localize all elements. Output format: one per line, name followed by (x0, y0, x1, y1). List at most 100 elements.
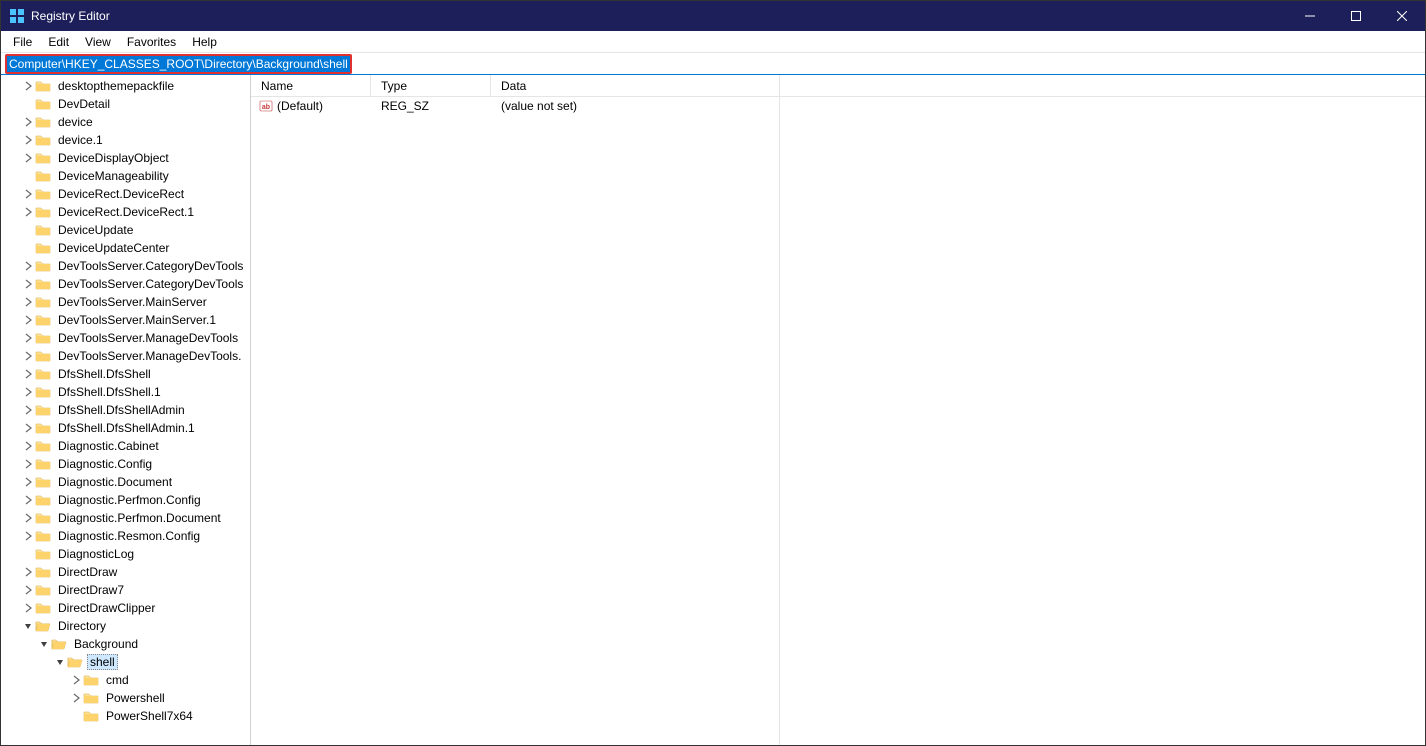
tree-item[interactable]: Diagnostic.Perfmon.Document (1, 509, 250, 527)
menu-edit[interactable]: Edit (40, 33, 77, 51)
expand-icon[interactable] (21, 79, 35, 93)
list-pane[interactable]: Name Type Data ab(Default)REG_SZ(value n… (251, 75, 1425, 745)
tree-item[interactable]: DirectDrawClipper (1, 599, 250, 617)
tree-item[interactable]: DeviceRect.DeviceRect (1, 185, 250, 203)
tree-item[interactable]: DevToolsServer.ManageDevTools. (1, 347, 250, 365)
folder-icon (35, 205, 51, 219)
tree-pane[interactable]: desktopthemepackfile DevDetail devicedevic… (1, 75, 251, 745)
expand-icon[interactable] (21, 601, 35, 615)
tree-item[interactable]: DfsShell.DfsShellAdmin.1 (1, 419, 250, 437)
collapse-icon[interactable] (21, 619, 35, 633)
tree-item[interactable]: PowerShell7x64 (1, 707, 250, 725)
value-type: REG_SZ (371, 99, 491, 113)
tree-item[interactable]: DevToolsServer.MainServer.1 (1, 311, 250, 329)
tree-item[interactable]: Diagnostic.Cabinet (1, 437, 250, 455)
maximize-button[interactable] (1333, 1, 1379, 31)
tree-item-label: Diagnostic.Resmon.Config (55, 529, 203, 543)
expand-icon[interactable] (21, 133, 35, 147)
expand-icon[interactable] (21, 439, 35, 453)
expand-icon[interactable] (21, 187, 35, 201)
tree-item-label: DevDetail (55, 97, 113, 111)
titlebar[interactable]: Registry Editor (1, 1, 1425, 31)
expand-icon[interactable] (21, 475, 35, 489)
expand-icon[interactable] (21, 277, 35, 291)
collapse-icon[interactable] (37, 637, 51, 651)
string-value-icon: ab (259, 99, 273, 113)
tree-item[interactable]: desktopthemepackfile (1, 77, 250, 95)
tree-item[interactable]: device (1, 113, 250, 131)
tree-item[interactable]: DeviceManageability (1, 167, 250, 185)
tree-item[interactable]: DirectDraw7 (1, 581, 250, 599)
folder-icon (35, 421, 51, 435)
expand-icon[interactable] (21, 313, 35, 327)
tree-item[interactable]: Powershell (1, 689, 250, 707)
menu-file[interactable]: File (5, 33, 40, 51)
menu-help[interactable]: Help (184, 33, 225, 51)
expand-icon[interactable] (21, 529, 35, 543)
tree-item[interactable]: DevDetail (1, 95, 250, 113)
expand-icon[interactable] (21, 151, 35, 165)
tree-item[interactable]: DfsShell.DfsShell (1, 365, 250, 383)
tree-item[interactable]: DevToolsServer.CategoryDevTools (1, 275, 250, 293)
tree-item-label: DeviceRect.DeviceRect (55, 187, 187, 201)
tree-item[interactable]: DevToolsServer.ManageDevTools (1, 329, 250, 347)
tree-item[interactable]: Diagnostic.Document (1, 473, 250, 491)
column-header-type[interactable]: Type (371, 75, 491, 96)
tree-item[interactable]: DiagnosticLog (1, 545, 250, 563)
tree-item[interactable]: Diagnostic.Config (1, 455, 250, 473)
minimize-button[interactable] (1287, 1, 1333, 31)
expand-icon[interactable] (21, 367, 35, 381)
expand-icon[interactable] (21, 385, 35, 399)
expand-icon[interactable] (69, 691, 83, 705)
tree-item-label: DirectDrawClipper (55, 601, 158, 615)
tree-item-label: Diagnostic.Perfmon.Document (55, 511, 224, 525)
tree-item-label: DfsShell.DfsShellAdmin.1 (55, 421, 198, 435)
expand-icon[interactable] (69, 673, 83, 687)
tree-item-label: DirectDraw (55, 565, 120, 579)
tree-item[interactable]: Background (1, 635, 250, 653)
expand-icon[interactable] (21, 403, 35, 417)
tree-item[interactable]: DevToolsServer.CategoryDevTools (1, 257, 250, 275)
expand-icon[interactable] (21, 115, 35, 129)
list-row[interactable]: ab(Default)REG_SZ(value not set) (251, 97, 1425, 115)
menu-favorites[interactable]: Favorites (119, 33, 184, 51)
folder-icon (35, 259, 51, 273)
expand-icon[interactable] (21, 331, 35, 345)
expand-icon[interactable] (21, 493, 35, 507)
expand-icon[interactable] (21, 421, 35, 435)
tree-item[interactable]: device.1 (1, 131, 250, 149)
expand-icon[interactable] (21, 565, 35, 579)
tree-item[interactable]: DeviceDisplayObject (1, 149, 250, 167)
tree-item[interactable]: DeviceRect.DeviceRect.1 (1, 203, 250, 221)
expand-icon[interactable] (21, 349, 35, 363)
tree-item[interactable]: shell (1, 653, 250, 671)
close-button[interactable] (1379, 1, 1425, 31)
column-header-name[interactable]: Name (251, 75, 371, 96)
collapse-icon[interactable] (53, 655, 67, 669)
expand-icon[interactable] (21, 511, 35, 525)
tree-item[interactable]: DeviceUpdate (1, 221, 250, 239)
tree-item[interactable]: DfsShell.DfsShell.1 (1, 383, 250, 401)
tree-item[interactable]: DfsShell.DfsShellAdmin (1, 401, 250, 419)
column-header-data[interactable]: Data (491, 75, 1425, 96)
menu-view[interactable]: View (77, 33, 119, 51)
folder-icon (83, 673, 99, 687)
tree-item[interactable]: Diagnostic.Perfmon.Config (1, 491, 250, 509)
expand-icon[interactable] (21, 205, 35, 219)
tree-item[interactable]: DeviceUpdateCenter (1, 239, 250, 257)
folder-icon (35, 295, 51, 309)
folder-icon (35, 349, 51, 363)
tree-item[interactable]: Directory (1, 617, 250, 635)
tree-item[interactable]: DevToolsServer.MainServer (1, 293, 250, 311)
tree-item[interactable]: DirectDraw (1, 563, 250, 581)
expand-icon[interactable] (21, 457, 35, 471)
expand-icon[interactable] (21, 259, 35, 273)
tree-item-label: DeviceDisplayObject (55, 151, 172, 165)
tree-item[interactable]: Diagnostic.Resmon.Config (1, 527, 250, 545)
folder-icon (35, 277, 51, 291)
value-data: (value not set) (491, 99, 1425, 113)
expand-icon[interactable] (21, 583, 35, 597)
expand-icon[interactable] (21, 295, 35, 309)
tree-item[interactable]: cmd (1, 671, 250, 689)
address-bar[interactable]: Computer\HKEY_CLASSES_ROOT\Directory\Bac… (5, 54, 352, 74)
